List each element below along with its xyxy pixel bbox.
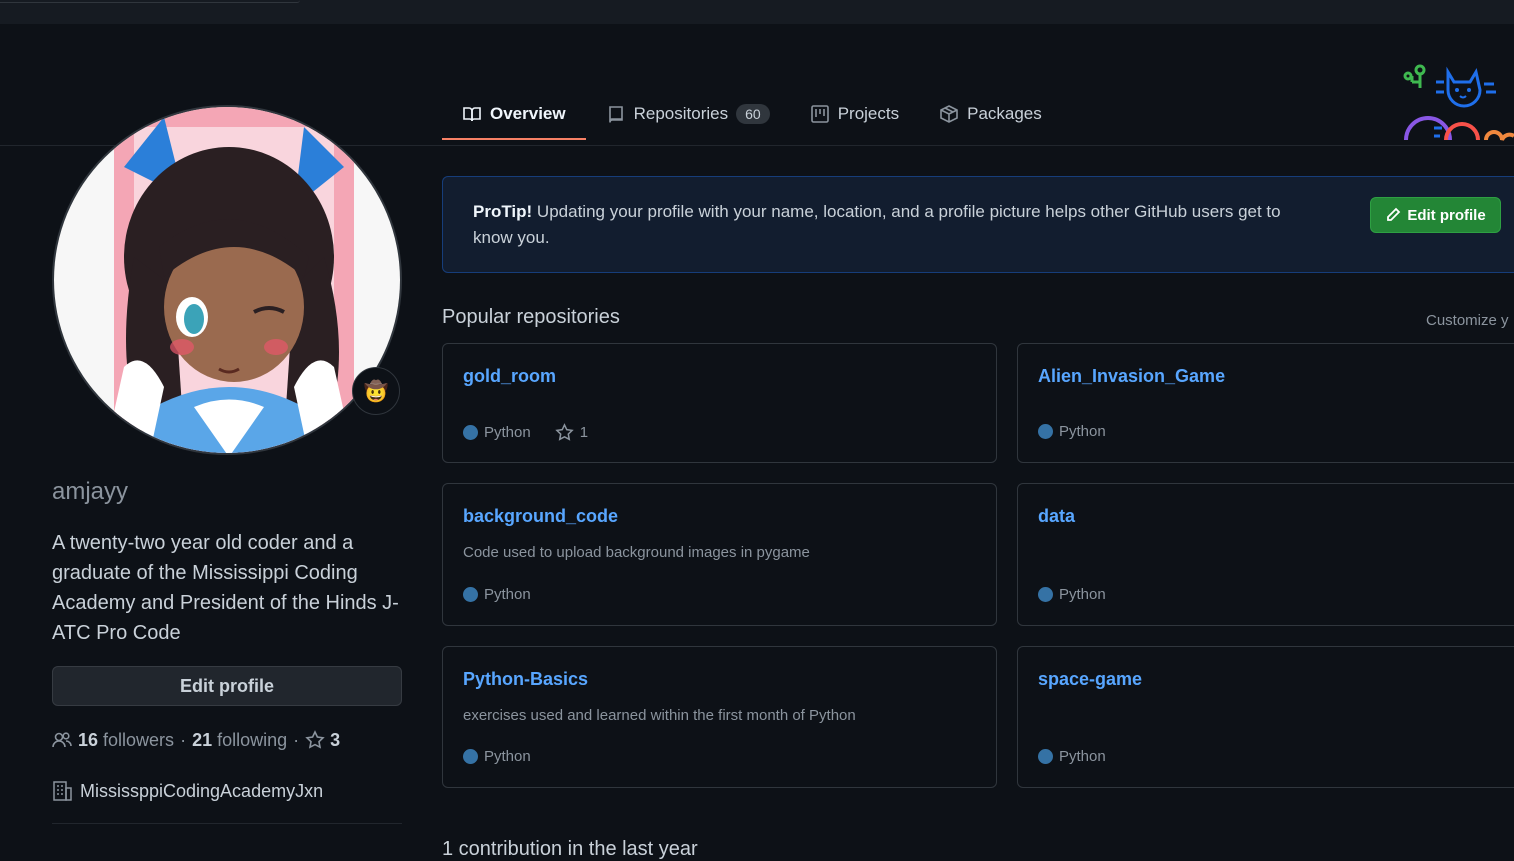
following-count: 21 (192, 729, 213, 750)
project-icon (810, 105, 829, 123)
repo-language: Python (484, 748, 531, 765)
repo-meta: Python (1038, 423, 1106, 440)
followers-link[interactable]: 16 followers (78, 730, 174, 751)
tab-packages[interactable]: Packages (919, 90, 1062, 140)
following-link[interactable]: 21 following (192, 730, 287, 751)
repo-language: Python (1059, 586, 1106, 603)
tab-overview[interactable]: Overview (442, 90, 586, 140)
repo-card: Python-Basics exercises used and learned… (442, 646, 997, 788)
tab-label: Projects (837, 104, 900, 123)
protip-button-label: Edit profile (1407, 206, 1486, 224)
sidebar-divider (52, 823, 402, 824)
repo-description: exercises used and learned within the fi… (463, 707, 856, 724)
star-icon (554, 423, 574, 441)
book-icon (463, 107, 481, 122)
star-icon (305, 730, 325, 749)
repo-icon (608, 106, 623, 123)
repo-meta: Python (463, 748, 531, 765)
protip-message: ProTip! Updating your profile with your … (473, 199, 1323, 251)
status-emoji-button[interactable]: 🤠 (352, 367, 400, 415)
customize-pins-link[interactable]: Customize y (1426, 312, 1509, 329)
popular-repos-heading: Popular repositories (442, 306, 620, 328)
language-color-dot (463, 425, 478, 440)
protip-banner: ProTip! Updating your profile with your … (442, 176, 1514, 273)
language-color-dot (1038, 424, 1053, 439)
protip-lead: ProTip! (473, 202, 533, 221)
avatar[interactable] (52, 105, 402, 455)
repo-meta: Python 1 (463, 423, 588, 442)
tab-label: Repositories (633, 104, 729, 123)
separator-dot: · (293, 729, 300, 750)
followers-count: 16 (78, 729, 99, 750)
repo-meta: Python (463, 586, 531, 603)
repo-description: Code used to upload background images in… (463, 544, 810, 561)
pencil-icon (1387, 207, 1401, 221)
separator-dot: · (180, 729, 187, 750)
tab-label: Packages (967, 104, 1042, 123)
protip-edit-profile-button[interactable]: Edit profile (1370, 197, 1501, 233)
package-icon (940, 105, 958, 123)
followers-label: followers (103, 729, 175, 750)
repo-name-link[interactable]: Python-Basics (463, 669, 588, 690)
people-icon (52, 732, 72, 748)
repo-card: space-game Python (1017, 646, 1514, 788)
repo-name-link[interactable]: gold_room (463, 366, 556, 387)
stars-count: 3 (330, 729, 341, 750)
repo-name-link[interactable]: Alien_Invasion_Game (1038, 366, 1225, 387)
repo-language: Python (1059, 748, 1106, 765)
edit-profile-button[interactable]: Edit profile (52, 666, 402, 706)
follow-stats: 16 followers · 21 following · 3 (52, 728, 340, 752)
repo-card: gold_room Python 1 (442, 343, 997, 463)
repo-name-link[interactable]: data (1038, 506, 1075, 527)
profile-username: amjayy (52, 478, 129, 505)
octocat-mascot-illustration (1403, 64, 1514, 141)
tab-repositories[interactable]: Repositories 60 (586, 90, 790, 140)
repo-language: Python (484, 586, 531, 603)
cowboy-face-icon: 🤠 (363, 380, 389, 403)
tab-projects[interactable]: Projects (790, 90, 919, 140)
repo-meta: Python (1038, 748, 1106, 765)
avatar-illustration (54, 107, 400, 453)
following-label: following (217, 729, 288, 750)
protip-body: Updating your profile with your name, lo… (473, 202, 1281, 247)
contributions-heading: 1 contribution in the last year (442, 838, 698, 860)
repo-card: data Python (1017, 483, 1514, 626)
profile-tab-nav: Overview Repositories 60 Projects Packag… (442, 90, 1062, 146)
stars-link[interactable]: 3 (305, 730, 340, 751)
repo-star-count: 1 (579, 424, 589, 441)
repo-card: background_code Code used to upload back… (442, 483, 997, 626)
language-color-dot (1038, 749, 1053, 764)
repo-count-badge: 60 (736, 104, 770, 124)
header-search-edge (0, 0, 300, 3)
organization-row: MississppiCodingAcademyJxn (52, 779, 323, 803)
repo-language: Python (484, 424, 531, 441)
repo-stars-link[interactable]: 1 (554, 423, 589, 442)
language-color-dot (1038, 587, 1053, 602)
profile-bio: A twenty-two year old coder and a gradua… (52, 532, 399, 644)
repo-language: Python (1059, 423, 1106, 440)
language-color-dot (463, 749, 478, 764)
organization-name: MississppiCodingAcademyJxn (80, 780, 324, 801)
top-header-bar (0, 0, 1514, 24)
tab-label: Overview (490, 104, 566, 123)
building-icon (53, 781, 72, 801)
repo-name-link[interactable]: background_code (463, 506, 618, 527)
language-color-dot (463, 587, 478, 602)
repo-meta: Python (1038, 586, 1106, 603)
repo-card: Alien_Invasion_Game Python (1017, 343, 1514, 463)
profile-avatar-wrap: 🤠 (52, 105, 402, 455)
repo-name-link[interactable]: space-game (1038, 669, 1142, 690)
